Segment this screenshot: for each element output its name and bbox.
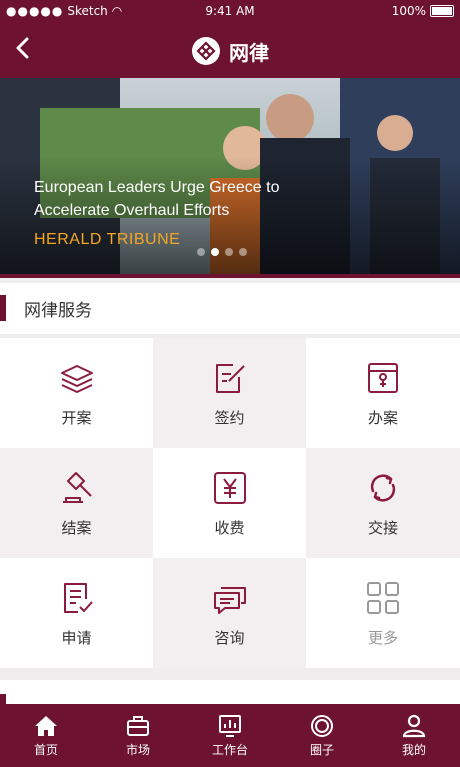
service-close-case[interactable]: 结案: [0, 448, 153, 558]
yuan-icon: [213, 471, 246, 504]
app-title: 网律: [229, 40, 269, 65]
tab-label: 市场: [125, 743, 150, 757]
pager-dot[interactable]: [225, 248, 233, 256]
chat-icon: [213, 586, 246, 614]
service-fees[interactable]: 收费: [153, 448, 306, 558]
section-header: 网律服务: [0, 283, 460, 334]
battery-label: 100%: [391, 4, 426, 18]
tab-me[interactable]: 我的: [368, 704, 460, 767]
tab-workbench[interactable]: 工作台: [184, 704, 276, 767]
battery-info: 100%: [392, 4, 454, 18]
banner-pager[interactable]: [197, 248, 247, 256]
nav-bar: 网律: [0, 22, 460, 78]
user-icon: [402, 714, 426, 738]
service-label: 收费: [214, 518, 245, 537]
services-grid: 开案 签约 办案 结案 收费 交接 申请 咨询 更多: [0, 338, 460, 668]
service-handover[interactable]: 交接: [306, 448, 460, 558]
tab-label: 我的: [401, 743, 426, 757]
next-section-header: [0, 680, 460, 708]
layers-icon: [60, 364, 93, 393]
service-label: 开案: [61, 408, 92, 427]
tab-label: 圈子: [309, 743, 334, 757]
sign-icon: [215, 363, 245, 393]
briefcase-icon: [127, 716, 149, 736]
section-accent-bar: [0, 295, 6, 321]
chart-icon: [219, 715, 241, 737]
tab-label: 工作台: [211, 743, 248, 757]
service-label: 更多: [367, 628, 398, 647]
folder-icon: [368, 362, 398, 393]
service-label: 咨询: [214, 628, 245, 647]
sync-icon: [370, 473, 396, 502]
banner-source: HERALD TRIBUNE: [34, 231, 181, 248]
service-label: 结案: [61, 518, 92, 537]
pager-dot[interactable]: [197, 248, 205, 256]
status-bar: ●●●●● Sketch ◠ 9:41 AM 100%: [0, 0, 460, 22]
logo-icon: [192, 37, 220, 65]
grid-icon: [367, 581, 399, 614]
tab-label: 首页: [33, 743, 58, 757]
circle-icon: [311, 715, 333, 737]
brand: 网律: [0, 36, 460, 66]
section-title: 网律服务: [24, 301, 92, 321]
tab-market[interactable]: 市场: [92, 704, 184, 767]
home-icon: [35, 716, 57, 736]
service-handle-case[interactable]: 办案: [306, 338, 460, 448]
service-open-case[interactable]: 开案: [0, 338, 153, 448]
banner-caption: European Leaders Urge Greece to Accelera…: [34, 179, 280, 219]
service-label: 申请: [61, 628, 92, 647]
service-consult[interactable]: 咨询: [153, 558, 306, 668]
battery-icon: [430, 5, 454, 17]
tab-circle[interactable]: 圈子: [276, 704, 368, 767]
news-banner[interactable]: European Leaders Urge Greece to Accelera…: [0, 78, 460, 274]
service-label: 签约: [214, 408, 245, 427]
service-apply[interactable]: 申请: [0, 558, 153, 668]
application-icon: [63, 582, 93, 613]
pager-dot[interactable]: [239, 248, 247, 256]
service-more[interactable]: 更多: [306, 558, 460, 668]
banner-divider: [0, 274, 460, 278]
tab-home[interactable]: 首页: [0, 704, 92, 767]
service-label: 交接: [367, 518, 398, 537]
gavel-icon: [62, 471, 92, 503]
service-label: 办案: [367, 408, 398, 427]
pager-dot-active[interactable]: [211, 248, 219, 256]
tab-bar: 首页 市场 工作台 圈子 我的: [0, 704, 460, 767]
service-sign[interactable]: 签约: [153, 338, 306, 448]
